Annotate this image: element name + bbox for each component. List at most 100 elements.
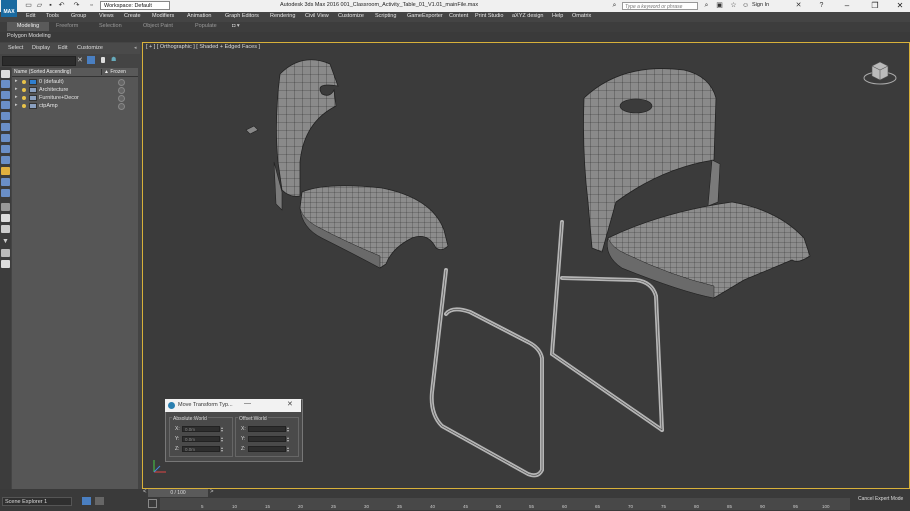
visibility-bulb-icon[interactable] <box>22 104 26 108</box>
workspace-dropdown[interactable]: Workspace: Default <box>100 1 170 10</box>
scene-explorer-icon[interactable] <box>82 497 91 505</box>
viewcube-icon[interactable] <box>862 56 898 86</box>
menu-group[interactable]: Group <box>71 13 86 19</box>
visibility-bulb-icon[interactable] <box>22 88 26 92</box>
off-z-field[interactable] <box>248 446 286 452</box>
new-file-icon[interactable]: ▭ <box>25 2 32 9</box>
invert-display-icon[interactable] <box>1 225 10 233</box>
undo-icon[interactable]: ↶ <box>58 2 65 9</box>
tab-populate[interactable]: Populate <box>195 23 217 29</box>
filter-groups-icon[interactable] <box>1 145 10 153</box>
explorer-menu-display[interactable]: Display <box>32 45 50 51</box>
visibility-bulb-icon[interactable] <box>22 96 26 100</box>
off-x-field[interactable] <box>248 426 286 432</box>
menu-modifiers[interactable]: Modifiers <box>152 13 174 19</box>
menu-tools[interactable]: Tools <box>46 13 59 19</box>
off-z-spinner-icon[interactable]: ▴ ▾ <box>287 446 291 453</box>
menu-create[interactable]: Create <box>124 13 141 19</box>
restore-button[interactable]: ❐ <box>868 1 882 11</box>
menu-help[interactable]: Help <box>552 13 563 19</box>
filter-all-icon[interactable] <box>1 70 10 78</box>
slider-next-icon[interactable]: > <box>210 489 214 495</box>
tab-object-paint[interactable]: Object Paint <box>143 23 173 29</box>
lock-icon[interactable] <box>101 57 105 63</box>
layer-explorer-icon[interactable] <box>1 249 10 257</box>
sign-in-button[interactable]: Sign In <box>752 2 769 8</box>
display-all-icon[interactable] <box>1 214 10 222</box>
layer-row[interactable]: ▸ Architecture <box>12 86 138 94</box>
menu-omatrix[interactable]: Omatrix <box>572 13 591 19</box>
abs-x-field[interactable]: 0.0m <box>182 426 220 432</box>
user-icon[interactable]: ☺ <box>742 2 749 9</box>
sort-icon[interactable] <box>87 56 95 64</box>
dialog-minimize-button[interactable]: — <box>244 400 251 407</box>
polygon-modeling-label[interactable]: Polygon Modeling <box>7 33 51 39</box>
save-file-icon[interactable]: ▪ <box>47 2 54 9</box>
filter-helpers-icon[interactable] <box>1 123 10 131</box>
expand-arrow-icon[interactable]: ▸ <box>15 102 20 108</box>
open-file-icon[interactable]: ▱ <box>36 2 43 9</box>
filter-frozen-icon[interactable] <box>1 189 10 197</box>
help-icon[interactable]: ? <box>818 2 825 9</box>
mini-curve-editor-icon[interactable] <box>148 499 157 508</box>
abs-z-spinner-icon[interactable]: ▴ ▾ <box>221 446 225 453</box>
slider-prev-icon[interactable]: < <box>143 489 147 495</box>
find-icon[interactable] <box>1 260 10 268</box>
explorer-menu-select[interactable]: Select <box>8 45 23 51</box>
frozen-toggle-icon[interactable] <box>118 87 125 94</box>
app-menu-icon[interactable]: MAX <box>1 0 17 17</box>
expand-arrow-icon[interactable]: ▸ <box>15 78 20 84</box>
filter-cameras-icon[interactable] <box>1 112 10 120</box>
filter-bones-icon[interactable] <box>1 167 10 175</box>
abs-y-field[interactable]: 0.0m <box>182 436 220 442</box>
search-input[interactable]: Type a keyword or phrase <box>622 2 698 10</box>
layer-explorer-icon[interactable] <box>95 497 104 505</box>
explorer-menu-customize[interactable]: Customize <box>77 45 103 51</box>
abs-x-spinner-icon[interactable]: ▴ ▾ <box>221 426 225 433</box>
column-frozen[interactable]: ▲ Frozen <box>101 69 126 75</box>
frozen-toggle-icon[interactable] <box>118 103 125 110</box>
off-y-field[interactable] <box>248 436 286 442</box>
menu-animation[interactable]: Animation <box>187 13 211 19</box>
layer-row[interactable]: ▸ 0 (default) <box>12 78 138 86</box>
seat-right[interactable] <box>606 201 811 299</box>
project-folder-icon[interactable]: ▫ <box>88 2 95 9</box>
exchange-icon[interactable]: ✕ <box>795 2 802 9</box>
frozen-toggle-icon[interactable] <box>118 79 125 86</box>
cancel-expert-mode-button[interactable]: Cancel Expert Mode <box>858 496 903 502</box>
clear-search-icon[interactable]: ✕ <box>77 56 83 64</box>
tab-freeform[interactable]: Freeform <box>56 23 78 29</box>
display-none-icon[interactable] <box>1 203 10 211</box>
layer-row[interactable]: ▸ Furniture+Decor <box>12 94 138 102</box>
star-icon[interactable]: ☆ <box>730 2 737 9</box>
menu-gameexporter[interactable]: GameExporter <box>407 13 443 19</box>
small-part[interactable] <box>245 125 259 135</box>
menu-axyz-design[interactable]: aXYZ design <box>512 13 544 19</box>
expand-arrow-icon[interactable]: ▸ <box>15 94 20 100</box>
layer-row[interactable]: ▸ ctpAmp <box>12 102 138 110</box>
filter-geometry-icon[interactable] <box>1 80 10 88</box>
filter-spacewarps-icon[interactable] <box>1 134 10 142</box>
menu-civil-view[interactable]: Civil View <box>305 13 329 19</box>
close-button[interactable]: ✕ <box>893 1 907 11</box>
explorer-search-input[interactable] <box>2 56 76 66</box>
tab-selection[interactable]: Selection <box>99 23 122 29</box>
column-name[interactable]: Name (Sorted Ascending) <box>14 69 71 75</box>
menu-graph-editors[interactable]: Graph Editors <box>225 13 259 19</box>
expand-arrow-icon[interactable]: ▸ <box>15 86 20 92</box>
subscription-icon[interactable]: ▣ <box>716 2 723 9</box>
off-x-spinner-icon[interactable]: ▴ ▾ <box>287 426 291 433</box>
menu-rendering[interactable]: Rendering <box>270 13 295 19</box>
menu-print-studio[interactable]: Print Studio <box>475 13 503 19</box>
layer-tools-icon[interactable]: ☗ <box>111 56 116 63</box>
menu-scripting[interactable]: Scripting <box>375 13 396 19</box>
dialog-close-button[interactable]: ✕ <box>287 400 293 408</box>
ribbon-options-icon[interactable]: ◘ ▾ <box>232 23 240 29</box>
explorer-menu-edit[interactable]: Edit <box>58 45 67 51</box>
time-slider[interactable]: 0 / 100 <box>148 489 208 497</box>
abs-z-field[interactable]: 0.0m <box>182 446 220 452</box>
menu-views[interactable]: Views <box>99 13 114 19</box>
pin-icon[interactable]: ◂ <box>134 45 137 51</box>
filter-containers-icon[interactable] <box>1 178 10 186</box>
visibility-bulb-icon[interactable] <box>22 80 26 84</box>
